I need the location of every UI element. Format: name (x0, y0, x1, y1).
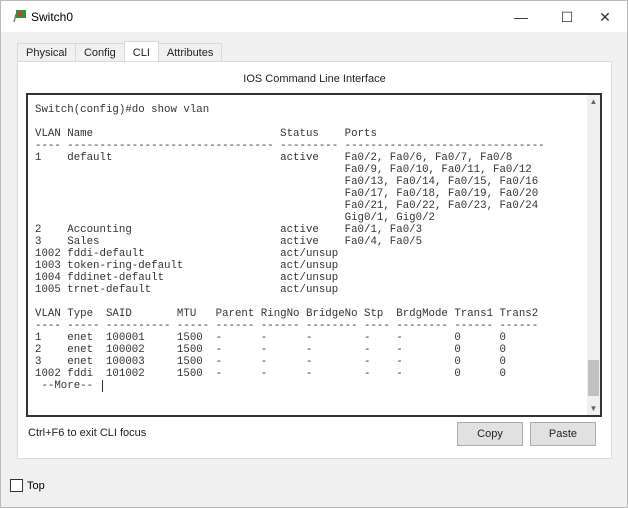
terminal-line: VLAN Name Status Ports (35, 128, 377, 140)
terminal-line: Fa0/17, Fa0/18, Fa0/19, Fa0/20 (35, 188, 539, 200)
scroll-up-icon[interactable]: ▲ (587, 95, 600, 108)
terminal-line: Fa0/9, Fa0/10, Fa0/11, Fa0/12 (35, 164, 532, 176)
copy-button[interactable]: Copy (457, 422, 523, 446)
terminal-line: 3 enet 100003 1500 - - - - - 0 0 (35, 356, 506, 368)
minimize-button[interactable]: — (501, 5, 541, 29)
panel-title: IOS Command Line Interface (243, 73, 386, 85)
terminal-line: 3 Sales active Fa0/4, Fa0/5 (35, 236, 423, 248)
terminal-line: Switch(config)#do show vlan (35, 104, 210, 116)
tab-config[interactable]: Config (74, 43, 125, 63)
top-checkbox-label: Top (27, 479, 45, 492)
terminal-line: Fa0/21, Fa0/22, Fa0/23, Fa0/24 (35, 200, 539, 212)
terminal-line: ---- -------------------------------- --… (35, 140, 545, 152)
more-prompt: --More-- (35, 380, 103, 392)
title-bar: Switch0 — ☐ ✕ (1, 1, 627, 32)
checkbox-box[interactable] (10, 479, 23, 492)
terminal-line: ---- ----- ---------- ----- ------ -----… (35, 320, 539, 332)
window-title: Switch0 (31, 10, 74, 24)
terminal-line: 1 enet 100001 1500 - - - - - 0 0 (35, 332, 506, 344)
tab-physical[interactable]: Physical (17, 43, 76, 63)
cli-terminal[interactable]: Switch(config)#do show vlan VLAN Name Sta… (26, 93, 602, 417)
tab-bar: Physical Config CLI Attributes (17, 41, 223, 65)
terminal-line: VLAN Type SAID MTU Parent RingNo BridgeN… (35, 308, 539, 320)
terminal-line: 1002 fddi-default act/unsup (35, 248, 339, 260)
terminal-line: Gig0/1, Gig0/2 (35, 212, 435, 224)
terminal-line: Fa0/13, Fa0/14, Fa0/15, Fa0/16 (35, 176, 539, 188)
maximize-button[interactable]: ☐ (547, 5, 587, 29)
cli-panel: IOS Command Line Interface Switch(config… (17, 61, 612, 459)
tab-attributes[interactable]: Attributes (157, 43, 223, 63)
top-checkbox[interactable]: Top (10, 479, 45, 492)
terminal-scrollbar[interactable]: ▲ ▼ (587, 95, 600, 415)
terminal-line: 1002 fddi 101002 1500 - - - - - 0 0 (35, 368, 506, 380)
cli-focus-hint: Ctrl+F6 to exit CLI focus (28, 427, 147, 439)
terminal-line: 1003 token-ring-default act/unsup (35, 260, 339, 272)
terminal-line: 1004 fddinet-default act/unsup (35, 272, 339, 284)
terminal-line: 2 Accounting active Fa0/1, Fa0/3 (35, 224, 423, 236)
close-button[interactable]: ✕ (585, 5, 625, 29)
terminal-line: 2 enet 100002 1500 - - - - - 0 0 (35, 344, 506, 356)
terminal-line: 1 default active Fa0/2, Fa0/6, Fa0/7, Fa… (35, 152, 513, 164)
terminal-line: 1005 trnet-default act/unsup (35, 284, 339, 296)
terminal-output: Switch(config)#do show vlan VLAN Name Sta… (35, 104, 545, 392)
paste-button[interactable]: Paste (530, 422, 596, 446)
scroll-down-icon[interactable]: ▼ (587, 402, 600, 415)
switch-app-icon (13, 10, 26, 23)
scrollbar-thumb[interactable] (588, 360, 599, 396)
terminal-line: --More-- (35, 380, 545, 392)
